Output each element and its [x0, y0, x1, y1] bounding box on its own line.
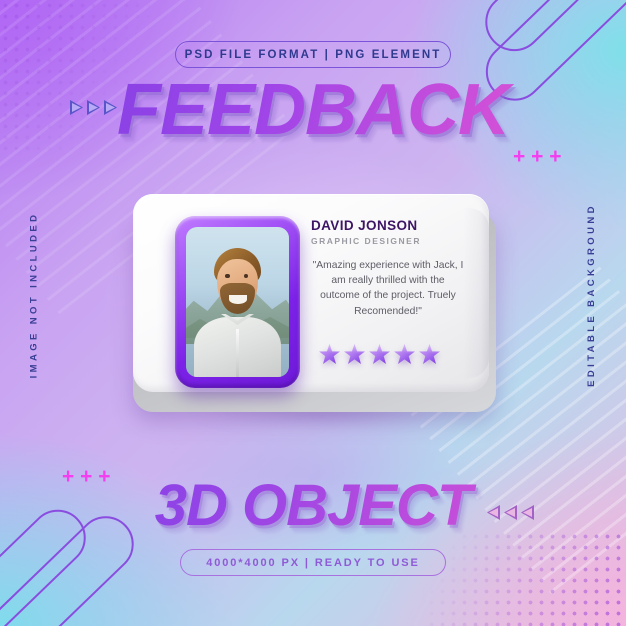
star-icon	[419, 344, 440, 365]
halftone-dots-bottom-right	[426, 531, 626, 626]
star-icon	[369, 344, 390, 365]
photo-frame-inner	[186, 227, 289, 377]
triangle-right-icon	[87, 100, 100, 115]
star-icon	[319, 344, 340, 365]
triangle-marks-top-left	[70, 100, 117, 115]
plus-marks-bottom-left: + + +	[62, 465, 111, 488]
triangle-left-icon	[504, 505, 517, 520]
size-badge: 4000*4000 PX | READY TO USE	[180, 549, 446, 576]
photo-placket	[235, 329, 240, 377]
card-front-face: DAVID JONSON GRAPHIC DESIGNER "Amazing e…	[133, 194, 489, 392]
poster-canvas: PSD FILE FORMAT | PNG ELEMENT 4000*4000 …	[0, 0, 626, 626]
reviewer-role: GRAPHIC DESIGNER	[311, 236, 421, 246]
triangle-right-icon	[70, 100, 83, 115]
reviewer-name: DAVID JONSON	[311, 218, 418, 233]
label-editable-background: EDITABLE BACKGROUND	[586, 203, 598, 387]
star-icon	[394, 344, 415, 365]
triangle-left-icon	[487, 505, 500, 520]
photo-eye-left	[225, 273, 230, 278]
photo-frame	[175, 216, 300, 388]
review-quote: "Amazing experience with Jack, I am real…	[312, 260, 464, 317]
profile-photo	[186, 227, 289, 377]
triangle-left-icon	[521, 505, 534, 520]
format-badge: PSD FILE FORMAT | PNG ELEMENT	[175, 41, 451, 68]
photo-smile	[229, 294, 247, 304]
plus-marks-top-right: + + +	[513, 145, 562, 168]
triangle-marks-bottom-right	[487, 505, 534, 520]
testimonial-text-block: DAVID JONSON GRAPHIC DESIGNER "Amazing e…	[311, 218, 471, 319]
testimonial-card: DAVID JONSON GRAPHIC DESIGNER "Amazing e…	[133, 194, 505, 432]
label-image-not-included: IMAGE NOT INCLUDED	[28, 211, 40, 379]
star-rating	[319, 344, 440, 365]
star-icon	[344, 344, 365, 365]
triangle-right-icon	[104, 100, 117, 115]
